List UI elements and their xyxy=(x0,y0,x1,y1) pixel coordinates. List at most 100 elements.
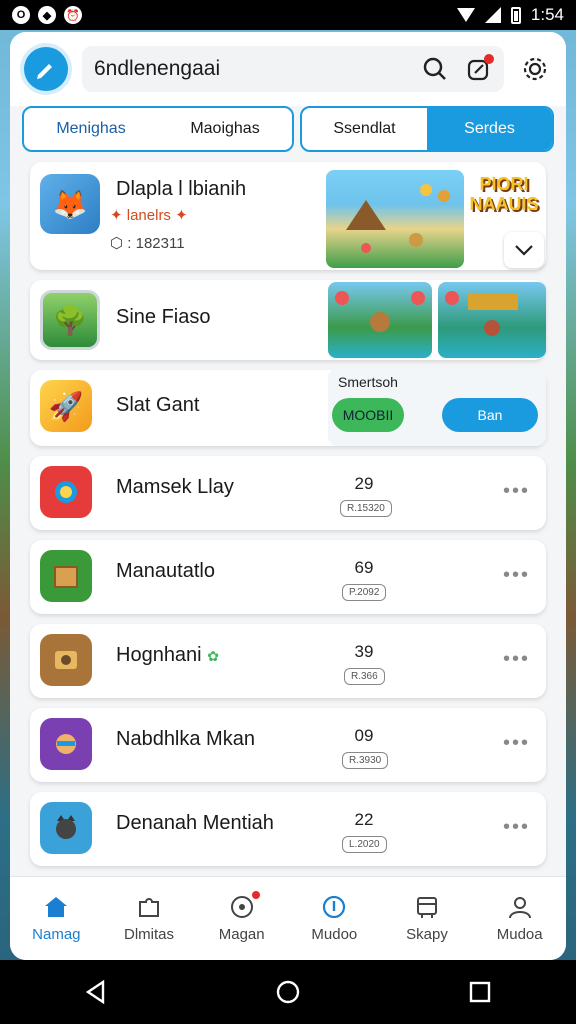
more-icon[interactable]: ••• xyxy=(503,732,530,755)
home-icon xyxy=(45,897,68,917)
wifi-icon xyxy=(456,8,475,22)
more-icon[interactable]: ••• xyxy=(503,648,530,671)
nav-label: Mudoo xyxy=(311,926,358,943)
app-rating: 29 xyxy=(354,474,374,493)
star-icon: ✦ xyxy=(175,207,188,224)
home-button-icon[interactable] xyxy=(275,979,301,1005)
recents-icon[interactable] xyxy=(467,979,493,1005)
search-bar[interactable]: 6ndlenengaai xyxy=(82,46,504,92)
featured-subtitle-text: lanelrs xyxy=(126,207,171,224)
header: 6ndlenengaai xyxy=(10,32,566,106)
tab-group-primary: Menighas Maoighas xyxy=(22,106,294,152)
download-icon: ⬡ xyxy=(110,235,124,252)
more-icon[interactable]: ••• xyxy=(503,564,530,587)
verified-icon: ✿ xyxy=(207,648,219,664)
pencil-icon[interactable] xyxy=(24,47,68,91)
tab-ssendlat[interactable]: Ssendlat xyxy=(302,108,427,150)
get-button[interactable]: MOOBII xyxy=(332,398,404,432)
tab-group-secondary: Ssendlat Serdes xyxy=(300,106,554,152)
app-title: Mamsek Llay xyxy=(116,476,234,498)
nav-label: Namag xyxy=(32,926,81,943)
tab-serdes[interactable]: Serdes xyxy=(427,108,552,150)
nav-label: Dlmitas xyxy=(124,926,175,943)
downloads-count: : 182311 xyxy=(127,235,185,252)
compass-icon xyxy=(230,896,253,918)
more-icon[interactable]: ••• xyxy=(503,816,530,839)
game-screenshot[interactable] xyxy=(438,282,546,358)
shop-icon xyxy=(417,897,438,918)
profile-icon xyxy=(508,897,531,919)
app-badge: R.366 xyxy=(344,668,385,685)
app-row[interactable]: Manautatlo 69 P.2092 ••• xyxy=(30,540,546,614)
nav-label: Mudoa xyxy=(496,926,543,943)
app-title: Hognhani ✿ xyxy=(116,644,219,667)
more-icon[interactable]: ••• xyxy=(503,480,530,503)
app-title: Sine Fiaso xyxy=(116,306,211,328)
puzzle-icon xyxy=(139,898,159,917)
cat-icon xyxy=(40,802,92,854)
star-icon: ✦ xyxy=(110,207,123,224)
nav-label: Magan xyxy=(218,926,265,943)
search-input[interactable]: 6ndlenengaai xyxy=(94,57,408,81)
featured-title: Dlapla l lbianih xyxy=(116,178,247,200)
app-title: Nabdhlka Mkan xyxy=(116,728,255,750)
app-frame: 6ndlenengaai Menighas Maoighas Ssendlat … xyxy=(10,32,566,960)
signal-icon xyxy=(484,7,501,23)
status-bar: O ◆ ⏰ 1:54 xyxy=(0,0,576,30)
nav-item-info[interactable]: Mudoo xyxy=(288,877,381,960)
app-row[interactable]: Nabdhlka Mkan 09 R.3930 ••• xyxy=(30,708,546,782)
nav-item-profile[interactable]: Mudoa xyxy=(473,877,566,960)
info-icon xyxy=(323,895,346,919)
search-icon[interactable] xyxy=(418,52,452,86)
gear-box-icon xyxy=(40,634,92,686)
app-row[interactable]: Mamsek Llay 29 R.15320 ••• xyxy=(30,456,546,530)
rocket-icon: 🚀 xyxy=(40,380,92,432)
notification-icon: O xyxy=(12,6,30,24)
app-row-slat-gant[interactable]: 🚀 Slat Gant Smertsoh MOOBII Ban xyxy=(30,368,546,446)
featured-downloads: ⬡ : 182311 xyxy=(110,234,185,252)
edit-icon[interactable] xyxy=(462,52,496,86)
banner-logo: PIORI NAAUIS xyxy=(469,174,539,214)
nav-item-shop[interactable]: Skapy xyxy=(381,877,474,960)
app-rating: 39 xyxy=(354,642,374,661)
clock: 1:54 xyxy=(530,5,564,24)
app-row[interactable]: Denanah Mentiah 22 L.2020 ••• xyxy=(30,792,546,866)
featured-subtitle: ✦ lanelrs ✦ xyxy=(110,206,188,224)
app-title: Slat Gant xyxy=(116,394,200,416)
game-screenshot[interactable] xyxy=(328,282,432,358)
alarm-icon: ⏰ xyxy=(64,6,82,24)
app-rating: 69 xyxy=(354,558,374,577)
nav-item-puzzle[interactable]: Dlmitas xyxy=(103,877,196,960)
back-icon[interactable] xyxy=(83,979,109,1005)
app-row-sine-fiaso[interactable]: 🌳 Sine Fiaso xyxy=(30,280,546,360)
gear-icon[interactable] xyxy=(518,52,552,86)
bottom-nav: Namag Dlmitas Magan Mudoo Skapy Mudoa xyxy=(10,876,566,960)
app-badge: R.15320 xyxy=(340,500,392,517)
crate-icon xyxy=(40,550,92,602)
nav-item-home[interactable]: Namag xyxy=(10,877,103,960)
app-title-text: Hognhani xyxy=(116,644,202,666)
app-rating: 22 xyxy=(354,810,374,829)
app-badge: L.2020 xyxy=(342,836,387,853)
landscape-icon: 🌳 xyxy=(40,290,100,350)
app-badge: R.3930 xyxy=(342,752,389,769)
action-header: Smertsoh xyxy=(338,374,398,390)
status-icons-left: O ◆ ⏰ xyxy=(12,6,82,24)
app-row[interactable]: Hognhani ✿ 39 R.366 ••• xyxy=(30,624,546,698)
fox-icon: 🦊 xyxy=(40,174,100,234)
nav-label: Skapy xyxy=(406,926,448,943)
game-screenshot[interactable] xyxy=(326,170,464,268)
install-button[interactable]: Ban xyxy=(442,398,538,432)
battery-icon xyxy=(510,6,521,24)
tab-menighas[interactable]: Menighas xyxy=(24,108,158,150)
notification-dot xyxy=(252,891,261,899)
featured-card[interactable]: 🦊 Dlapla l lbianih ✦ lanelrs ✦ ⬡ : 18231… xyxy=(30,162,546,270)
notification-dot xyxy=(484,54,494,64)
character-icon xyxy=(40,718,92,770)
tab-maoighas[interactable]: Maoighas xyxy=(158,108,292,150)
nav-item-compass[interactable]: Magan xyxy=(195,877,288,960)
notification-icon: ◆ xyxy=(38,6,56,24)
chevron-down-icon[interactable] xyxy=(504,232,544,268)
target-icon xyxy=(40,466,92,518)
app-badge: P.2092 xyxy=(342,584,387,601)
